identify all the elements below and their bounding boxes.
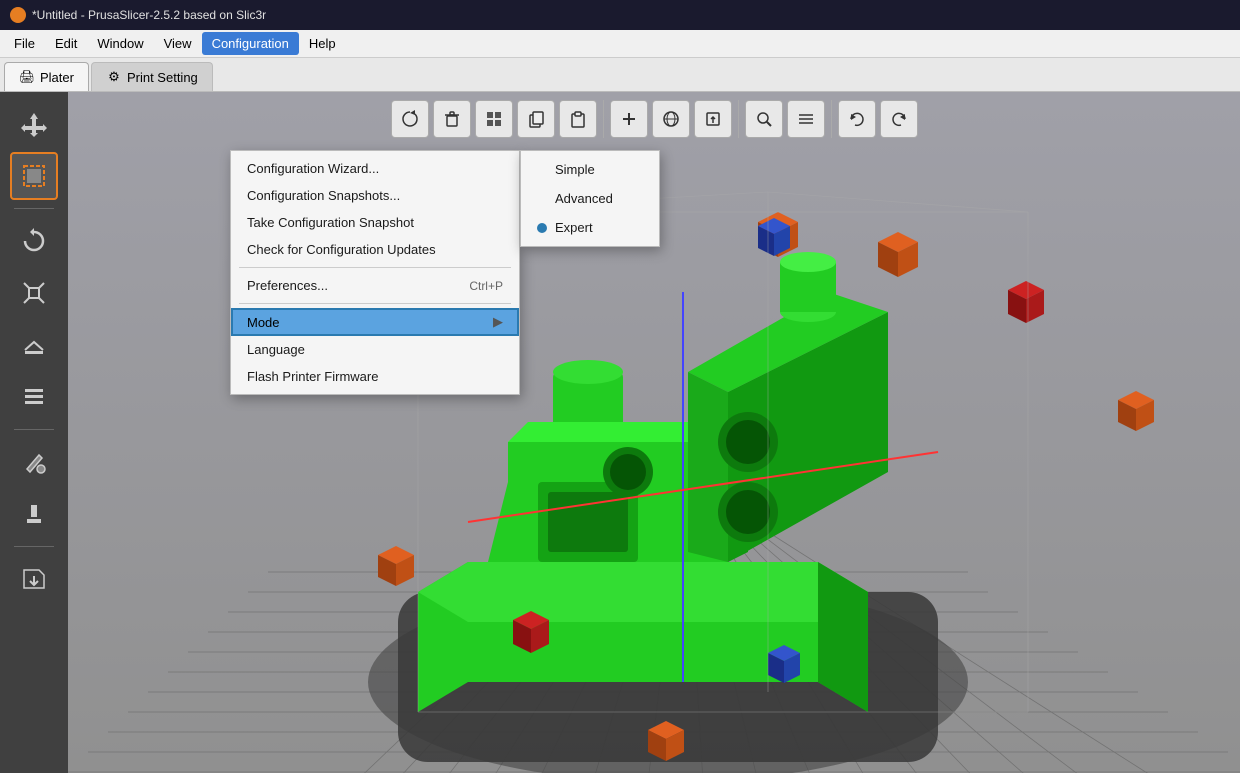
menu-take-snapshot[interactable]: Take Configuration Snapshot xyxy=(231,209,519,236)
config-menu: Configuration Wizard... Configuration Sn… xyxy=(230,150,520,395)
title-bar: *Untitled - PrusaSlicer-2.5.2 based on S… xyxy=(0,0,1240,30)
tab-print-setting-label: Print Setting xyxy=(127,70,198,85)
mode-simple-radio xyxy=(537,165,547,175)
tool-select[interactable] xyxy=(10,152,58,200)
dropdown-overlay[interactable]: Configuration Wizard... Configuration Sn… xyxy=(68,92,1240,773)
tool-paint[interactable] xyxy=(10,438,58,486)
tool-layers[interactable] xyxy=(10,373,58,421)
tool-rotate[interactable] xyxy=(10,217,58,265)
toolbar-sep-2 xyxy=(14,429,54,430)
tool-support[interactable] xyxy=(10,490,58,538)
mode-simple[interactable]: Simple xyxy=(521,155,659,184)
tab-plater[interactable]: 🖨 Plater xyxy=(4,62,89,91)
tool-export[interactable] xyxy=(10,555,58,603)
toolbar-sep-3 xyxy=(14,546,54,547)
viewport-3d[interactable]: Configuration Wizard... Configuration Sn… xyxy=(68,92,1240,773)
mode-expert-radio xyxy=(537,223,547,233)
print-setting-icon: ⚙ xyxy=(106,69,122,85)
left-toolbar xyxy=(0,92,68,773)
menu-config-snapshots[interactable]: Configuration Snapshots... xyxy=(231,182,519,209)
tool-flatten[interactable] xyxy=(10,321,58,369)
mode-advanced-radio xyxy=(537,194,547,204)
mode-advanced[interactable]: Advanced xyxy=(521,184,659,213)
menu-sep-2 xyxy=(239,303,511,304)
menu-configuration[interactable]: Configuration xyxy=(202,32,299,55)
menu-check-updates[interactable]: Check for Configuration Updates xyxy=(231,236,519,263)
plater-icon: 🖨 xyxy=(19,69,35,85)
menu-edit[interactable]: Edit xyxy=(45,32,87,55)
tool-scale[interactable] xyxy=(10,269,58,317)
menu-sep-1 xyxy=(239,267,511,268)
menu-bar: File Edit Window View Configuration Help xyxy=(0,30,1240,58)
tab-bar: 🖨 Plater ⚙ Print Setting xyxy=(0,58,1240,92)
menu-help[interactable]: Help xyxy=(299,32,346,55)
mode-submenu: Simple Advanced Expert xyxy=(520,150,660,247)
menu-language[interactable]: Language xyxy=(231,336,519,363)
main-area: Configuration Wizard... Configuration Sn… xyxy=(0,92,1240,773)
menu-config-wizard[interactable]: Configuration Wizard... xyxy=(231,155,519,182)
mode-arrow-icon: ▶ xyxy=(493,314,503,330)
menu-flash-firmware[interactable]: Flash Printer Firmware xyxy=(231,363,519,390)
app-icon xyxy=(10,7,26,23)
menu-view[interactable]: View xyxy=(154,32,202,55)
menu-preferences[interactable]: Preferences... Ctrl+P xyxy=(231,272,519,299)
tab-plater-label: Plater xyxy=(40,70,74,85)
menu-window[interactable]: Window xyxy=(87,32,153,55)
tab-print-setting[interactable]: ⚙ Print Setting xyxy=(91,62,213,91)
mode-expert[interactable]: Expert xyxy=(521,213,659,242)
tool-move[interactable] xyxy=(10,100,58,148)
menu-file[interactable]: File xyxy=(4,32,45,55)
app-title: *Untitled - PrusaSlicer-2.5.2 based on S… xyxy=(32,8,266,22)
menu-mode[interactable]: Mode ▶ xyxy=(231,308,519,336)
toolbar-sep-1 xyxy=(14,208,54,209)
